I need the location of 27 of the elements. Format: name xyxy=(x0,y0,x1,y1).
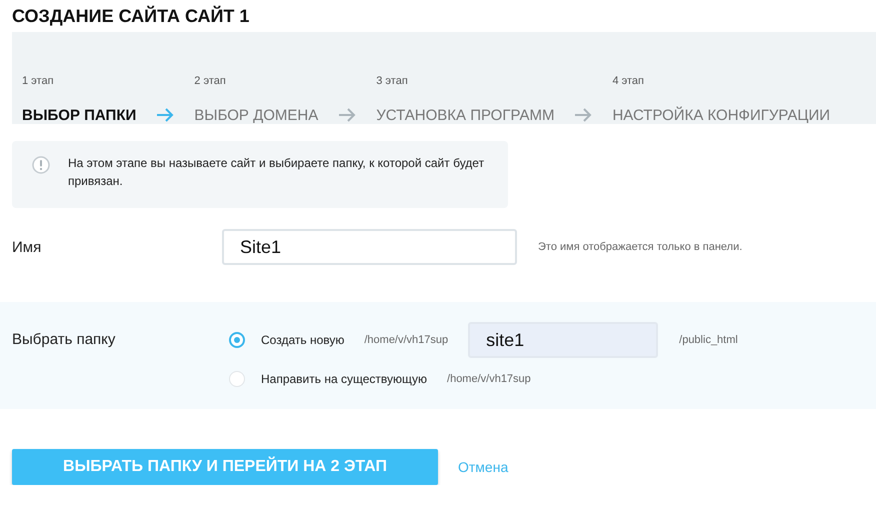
field-label: Имя xyxy=(11,238,42,256)
option-label: Создать новую xyxy=(261,333,344,347)
path-prefix: /home/v/vh17sup xyxy=(364,334,448,346)
step-label[interactable]: УСТАНОВКА ПРОГРАММ xyxy=(376,107,554,124)
step-number: 2 этап xyxy=(194,75,227,87)
option-label: Направить на существующую xyxy=(261,372,428,386)
exclamation-icon xyxy=(32,156,50,174)
name-field[interactable]: Site1 xyxy=(222,229,517,265)
step-label[interactable]: НАСТРОЙКА КОНФИГУРАЦИИ xyxy=(612,107,830,124)
arrow-icon xyxy=(574,108,592,122)
step-number: 3 этап xyxy=(376,75,409,87)
path-prefix: /home/v/vh17sup xyxy=(447,373,531,385)
info-text: На этом этапе вы называете сайт и выбираете папку, к которой сайт будет привязан. xyxy=(68,155,486,190)
field-label: Выбрать папку xyxy=(11,330,116,350)
step-label[interactable]: ВЫБОР ПАПКИ xyxy=(22,107,136,124)
step-label[interactable]: ВЫБОР ДОМЕНА xyxy=(194,107,318,124)
folder-field[interactable]: site1 xyxy=(468,322,658,358)
path-suffix: /public_html xyxy=(679,334,738,346)
cancel-link[interactable]: Отмена xyxy=(458,459,508,475)
step-number: 1 этап xyxy=(22,75,55,87)
page-title: СОЗДАНИЕ САЙТА САЙТ 1 xyxy=(11,4,250,28)
field-hint: Это имя отображается только в панели. xyxy=(538,241,742,253)
step-number: 4 этап xyxy=(612,75,645,87)
submit-button[interactable]: ВЫБРАТЬ ПАПКУ И ПЕРЕЙТИ НА 2 ЭТАП xyxy=(12,449,438,485)
arrow-icon xyxy=(156,108,174,122)
radio-button[interactable] xyxy=(229,332,245,348)
arrow-icon xyxy=(338,108,356,122)
